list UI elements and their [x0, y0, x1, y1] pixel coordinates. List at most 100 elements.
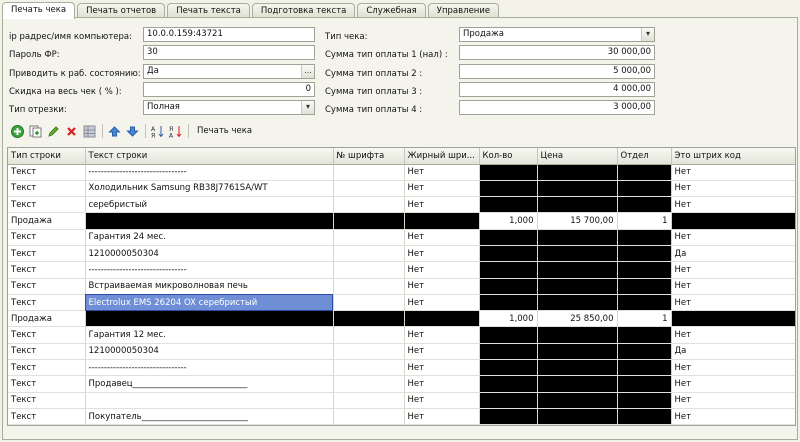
cell-department[interactable] — [617, 261, 672, 279]
move-down-icon[interactable] — [125, 124, 139, 138]
discount-field[interactable]: 0 — [143, 82, 315, 97]
sort-ascending-icon[interactable]: AЯ — [150, 124, 164, 138]
cell-price[interactable] — [537, 294, 618, 312]
payment3-field[interactable]: 4 000,00 — [459, 82, 655, 97]
cell-font-number[interactable] — [333, 212, 405, 230]
cell-bold-font[interactable]: Нет — [404, 164, 480, 181]
cell-department[interactable] — [617, 164, 672, 181]
cell-line-type[interactable]: Текст — [8, 326, 86, 344]
cell-bold-font[interactable] — [404, 212, 480, 230]
cell-line-type[interactable]: Продажа — [8, 212, 86, 230]
cell-bold-font[interactable]: Нет — [404, 408, 480, 425]
cell-bold-font[interactable]: Нет — [404, 261, 480, 279]
cell-line-text[interactable]: 1210000050304 — [85, 343, 334, 361]
column-header-price[interactable]: Цена — [537, 148, 618, 165]
cell-font-number[interactable] — [333, 196, 405, 214]
cell-line-type[interactable]: Текст — [8, 261, 86, 279]
cell-is-barcode[interactable]: Да — [671, 343, 795, 361]
cell-price[interactable] — [537, 164, 618, 181]
cell-bold-font[interactable] — [404, 310, 480, 328]
cell-font-number[interactable] — [333, 180, 405, 198]
cell-bold-font[interactable]: Нет — [404, 326, 480, 344]
cell-line-text[interactable]: 1210000050304 — [85, 245, 334, 263]
cell-department[interactable] — [617, 359, 672, 377]
cell-price[interactable] — [537, 245, 618, 263]
cell-department[interactable]: 1 — [617, 212, 672, 230]
cell-is-barcode[interactable]: Нет — [671, 375, 795, 393]
ready-state-field[interactable]: Да ... — [143, 64, 315, 79]
cell-line-type[interactable]: Текст — [8, 278, 86, 295]
table-row[interactable]: Продажа 1,000 15 700,00 1 — [8, 212, 795, 230]
cell-font-number[interactable] — [333, 245, 405, 263]
cell-quantity[interactable] — [479, 326, 538, 344]
table-row[interactable]: Текст Нет Нет — [8, 392, 795, 409]
cell-department[interactable]: 1 — [617, 310, 672, 328]
cell-price[interactable]: 15 700,00 — [537, 212, 618, 230]
cell-font-number[interactable] — [333, 278, 405, 295]
chevron-down-icon[interactable]: ▾ — [301, 101, 314, 114]
cell-department[interactable] — [617, 294, 672, 312]
cell-line-type[interactable]: Текст — [8, 196, 86, 214]
cell-line-text[interactable]: -------------------------------- — [85, 359, 334, 377]
cell-line-type[interactable]: Текст — [8, 294, 86, 312]
cell-department[interactable] — [617, 408, 672, 425]
cell-bold-font[interactable]: Нет — [404, 375, 480, 393]
ip-field[interactable]: 10.0.0.159:43721 — [143, 27, 315, 42]
cell-is-barcode[interactable]: Нет — [671, 278, 795, 295]
table-row[interactable]: Текст Electrolux EMS 26204 OX серебристый… — [8, 294, 795, 312]
ellipsis-button[interactable]: ... — [301, 65, 314, 78]
cell-font-number[interactable] — [333, 294, 405, 312]
cell-line-text[interactable]: Гарантия 24 мес. — [85, 229, 334, 246]
cell-is-barcode[interactable]: Нет — [671, 294, 795, 312]
cell-bold-font[interactable]: Нет — [404, 343, 480, 361]
cell-line-type[interactable]: Текст — [8, 408, 86, 425]
cut-type-select[interactable]: Полная ▾ — [143, 100, 315, 115]
sort-descending-icon[interactable]: ЯA — [168, 124, 182, 138]
cell-bold-font[interactable]: Нет — [404, 196, 480, 214]
cell-font-number[interactable] — [333, 164, 405, 181]
cell-quantity[interactable] — [479, 392, 538, 409]
cell-font-number[interactable] — [333, 310, 405, 328]
edit-pencil-icon[interactable] — [46, 124, 60, 138]
cell-price[interactable] — [537, 375, 618, 393]
table-row[interactable]: Текст серебристый Нет Нет — [8, 196, 795, 214]
cell-department[interactable] — [617, 245, 672, 263]
cell-quantity[interactable] — [479, 180, 538, 198]
cell-bold-font[interactable]: Нет — [404, 294, 480, 312]
move-up-icon[interactable] — [107, 124, 121, 138]
tab-prepare-text[interactable]: Подготовка текста — [251, 3, 356, 18]
cell-font-number[interactable] — [333, 229, 405, 246]
table-row[interactable]: Текст Гарантия 12 мес. Нет Нет — [8, 326, 795, 344]
cell-price[interactable] — [537, 343, 618, 361]
chevron-down-icon[interactable]: ▾ — [641, 28, 654, 41]
cell-quantity[interactable] — [479, 196, 538, 214]
cell-line-type[interactable]: Текст — [8, 229, 86, 246]
cell-department[interactable] — [617, 196, 672, 214]
tab-print-check[interactable]: Печать чека — [2, 2, 76, 19]
column-header-line-type[interactable]: Тип строки — [8, 148, 86, 165]
cell-department[interactable] — [617, 326, 672, 344]
cell-department[interactable] — [617, 229, 672, 246]
cell-line-text[interactable]: Холодильник Samsung RB38J7761SA/WT — [85, 180, 334, 198]
cell-price[interactable] — [537, 196, 618, 214]
cell-quantity[interactable] — [479, 408, 538, 425]
table-settings-icon[interactable] — [82, 124, 96, 138]
cell-price[interactable] — [537, 278, 618, 295]
table-row[interactable]: Текст Гарантия 24 мес. Нет Нет — [8, 229, 795, 246]
add-icon[interactable] — [10, 124, 24, 138]
cell-quantity[interactable] — [479, 229, 538, 246]
cell-is-barcode[interactable]: Нет — [671, 196, 795, 214]
table-row[interactable]: Продажа 1,000 25 850,00 1 — [8, 310, 795, 328]
cell-line-text[interactable]: Покупатель_________________________ — [85, 408, 334, 425]
column-header-department[interactable]: Отдел — [617, 148, 672, 165]
table-row[interactable]: Текст Встраиваемая микроволновая печь Нет Н… — [8, 278, 795, 295]
print-check-button[interactable]: Печать чека — [193, 124, 256, 138]
column-header-bold-font[interactable]: Жирный шри... — [404, 148, 480, 165]
delete-icon[interactable] — [64, 124, 78, 138]
cell-department[interactable] — [617, 392, 672, 409]
cell-price[interactable] — [537, 180, 618, 198]
cell-font-number[interactable] — [333, 408, 405, 425]
cell-price[interactable] — [537, 326, 618, 344]
cell-price[interactable] — [537, 408, 618, 425]
cell-is-barcode[interactable] — [671, 310, 795, 328]
